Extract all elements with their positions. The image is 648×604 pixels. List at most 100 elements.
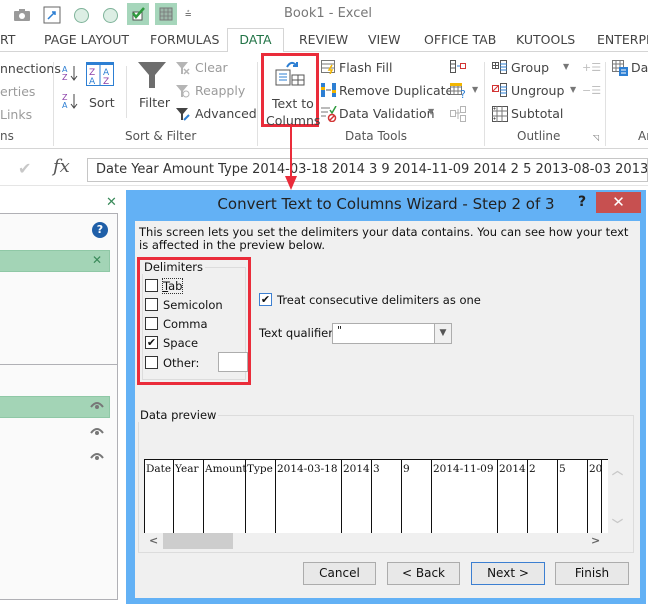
data-validation-dropdown-icon[interactable]: ▼ bbox=[428, 107, 434, 116]
enter-checkmark-icon[interactable]: ✔ bbox=[18, 159, 31, 178]
ungroup-icon[interactable] bbox=[492, 83, 508, 100]
horizontal-scrollbar[interactable]: < > bbox=[143, 533, 609, 550]
dialog-close-button[interactable]: ✕ bbox=[596, 192, 641, 213]
advanced-filter-icon[interactable] bbox=[176, 107, 190, 124]
filter-button[interactable]: Filter bbox=[139, 95, 170, 110]
clear-filter-icon[interactable] bbox=[176, 61, 190, 78]
eye-icon[interactable] bbox=[90, 451, 104, 465]
data-validation-icon[interactable] bbox=[321, 105, 337, 125]
remove-icon[interactable]: ✕ bbox=[92, 253, 102, 267]
text-qualifier-select[interactable]: " ▼ bbox=[332, 323, 452, 344]
flash-fill-button[interactable]: Flash Fill bbox=[339, 60, 392, 75]
filter-icon[interactable] bbox=[137, 60, 167, 93]
checkbox[interactable] bbox=[145, 279, 158, 292]
tab-office-tab[interactable]: OFFICE TAB bbox=[424, 32, 496, 47]
edit-links-button[interactable]: Links bbox=[0, 107, 32, 122]
data-analysis-button[interactable]: Dat bbox=[631, 60, 648, 75]
comma-checkbox[interactable]: Comma bbox=[145, 314, 208, 333]
tab-checkbox[interactable]: Tab bbox=[145, 276, 184, 295]
tab-enterprise[interactable]: ENTERPRISE bbox=[597, 32, 648, 47]
scroll-up-icon[interactable]: ︿ bbox=[612, 462, 623, 478]
help-icon[interactable]: ? bbox=[92, 222, 108, 238]
consolidate-icon[interactable] bbox=[450, 60, 466, 77]
formula-input[interactable]: Date Year Amount Type 2014-03-18 2014 3 … bbox=[87, 158, 648, 182]
camera-icon[interactable] bbox=[12, 5, 32, 25]
scroll-down-icon[interactable]: ﹀ bbox=[612, 516, 623, 532]
text-to-columns-dialog: Convert Text to Columns Wizard - Step 2 … bbox=[126, 190, 646, 604]
hide-detail-icon[interactable]: −☰ bbox=[582, 84, 601, 97]
checkbox[interactable] bbox=[145, 317, 158, 330]
advanced-button[interactable]: Advanced bbox=[195, 106, 257, 121]
table-icon[interactable] bbox=[155, 3, 177, 25]
eye-icon[interactable] bbox=[90, 426, 104, 440]
ungroup-button[interactable]: Ungroup bbox=[511, 83, 564, 98]
group-icon[interactable] bbox=[492, 60, 508, 77]
remove-duplicates-button[interactable]: Remove Duplicates bbox=[339, 83, 460, 98]
flash-fill-icon[interactable] bbox=[321, 60, 337, 77]
finish-button[interactable]: Finish bbox=[555, 562, 629, 585]
remove-duplicates-icon[interactable] bbox=[321, 83, 337, 100]
tab-data[interactable]: DATA bbox=[227, 28, 284, 53]
reapply-button[interactable]: Reapply bbox=[195, 83, 245, 98]
show-detail-icon[interactable]: +☰ bbox=[582, 61, 601, 74]
form-icon[interactable] bbox=[42, 5, 62, 25]
cancel-button[interactable]: Cancel bbox=[303, 562, 376, 585]
checkbox[interactable] bbox=[145, 298, 158, 311]
circle-icon[interactable] bbox=[100, 5, 120, 25]
close-pane-icon[interactable]: ✕ bbox=[106, 195, 117, 210]
space-checkbox[interactable]: ✔ Space bbox=[145, 333, 198, 352]
scroll-right-icon[interactable]: > bbox=[591, 534, 600, 547]
semicolon-checkbox[interactable]: Semicolon bbox=[145, 295, 223, 314]
other-delimiter-input[interactable] bbox=[218, 352, 248, 372]
scrollbar-thumb[interactable] bbox=[163, 533, 233, 549]
insert-function-icon[interactable]: fx bbox=[53, 156, 70, 177]
sort-a-to-z-button[interactable]: AZ bbox=[62, 64, 78, 85]
circle-icon[interactable] bbox=[71, 5, 91, 25]
group-dropdown-icon[interactable]: ▼ bbox=[563, 62, 569, 71]
back-button[interactable]: < Back bbox=[387, 562, 460, 585]
sort-z-to-a-button[interactable]: ZA bbox=[62, 92, 78, 113]
customize-dropdown-icon[interactable]: ⩮ bbox=[185, 7, 191, 21]
properties-button[interactable]: erties bbox=[0, 84, 35, 99]
sort-filter-group-label: Sort & Filter bbox=[125, 129, 197, 143]
sort-icon[interactable]: ZAAZ bbox=[86, 62, 114, 89]
reapply-icon[interactable] bbox=[176, 84, 190, 101]
scroll-left-icon[interactable]: < bbox=[149, 534, 158, 547]
clear-button[interactable]: Clear bbox=[195, 60, 228, 75]
subtotal-button[interactable]: Subtotal bbox=[511, 106, 563, 121]
tab-view[interactable]: VIEW bbox=[368, 32, 401, 47]
tab-formulas[interactable]: FORMULAS bbox=[150, 32, 219, 47]
dialog-help-button[interactable]: ? bbox=[578, 194, 586, 210]
chevron-down-icon[interactable]: ▼ bbox=[434, 324, 451, 343]
tab-page-layout[interactable]: PAGE LAYOUT bbox=[44, 32, 129, 47]
relationships-icon[interactable] bbox=[450, 106, 466, 125]
ungroup-dropdown-icon[interactable]: ▼ bbox=[570, 85, 576, 94]
checkbox[interactable] bbox=[145, 356, 158, 369]
outline-dialog-launcher-icon[interactable]: ◹ bbox=[593, 133, 599, 142]
other-checkbox[interactable]: Other: bbox=[145, 353, 199, 372]
side-pane-item[interactable]: ✕ bbox=[0, 250, 110, 272]
tab-insert[interactable]: RT bbox=[0, 32, 15, 47]
treat-consecutive-checkbox[interactable]: ✔ Treat consecutive delimiters as one bbox=[259, 290, 481, 309]
delimiters-group: Delimiters Tab Semicolon Comma ✔ Space O… bbox=[137, 257, 251, 385]
checkbox-checked[interactable]: ✔ bbox=[145, 336, 158, 349]
subtotal-icon[interactable] bbox=[492, 106, 508, 125]
side-pane-item[interactable] bbox=[0, 396, 110, 418]
eye-icon[interactable] bbox=[90, 400, 104, 414]
group-button[interactable]: Group bbox=[511, 60, 549, 75]
tab-label: ab bbox=[168, 278, 183, 293]
checkmark-icon[interactable] bbox=[127, 3, 149, 25]
tab-review[interactable]: REVIEW bbox=[299, 32, 348, 47]
sort-button[interactable]: Sort bbox=[89, 95, 115, 110]
connections-button[interactable]: nnections bbox=[0, 61, 61, 76]
what-if-analysis-icon[interactable]: ? bbox=[450, 83, 472, 102]
tab-kutools[interactable]: KUTOOLS bbox=[516, 32, 575, 47]
text-to-columns-button[interactable]: Text to Columns bbox=[261, 53, 320, 128]
checkbox-checked[interactable]: ✔ bbox=[259, 293, 272, 306]
outline-group-label: Outline bbox=[517, 129, 561, 143]
data-analysis-icon[interactable] bbox=[612, 60, 628, 79]
data-validation-button[interactable]: Data Validation bbox=[339, 106, 435, 121]
what-if-dropdown-icon[interactable]: ▼ bbox=[472, 85, 478, 94]
next-button[interactable]: Next > bbox=[471, 562, 545, 585]
group-divider bbox=[605, 62, 606, 146]
